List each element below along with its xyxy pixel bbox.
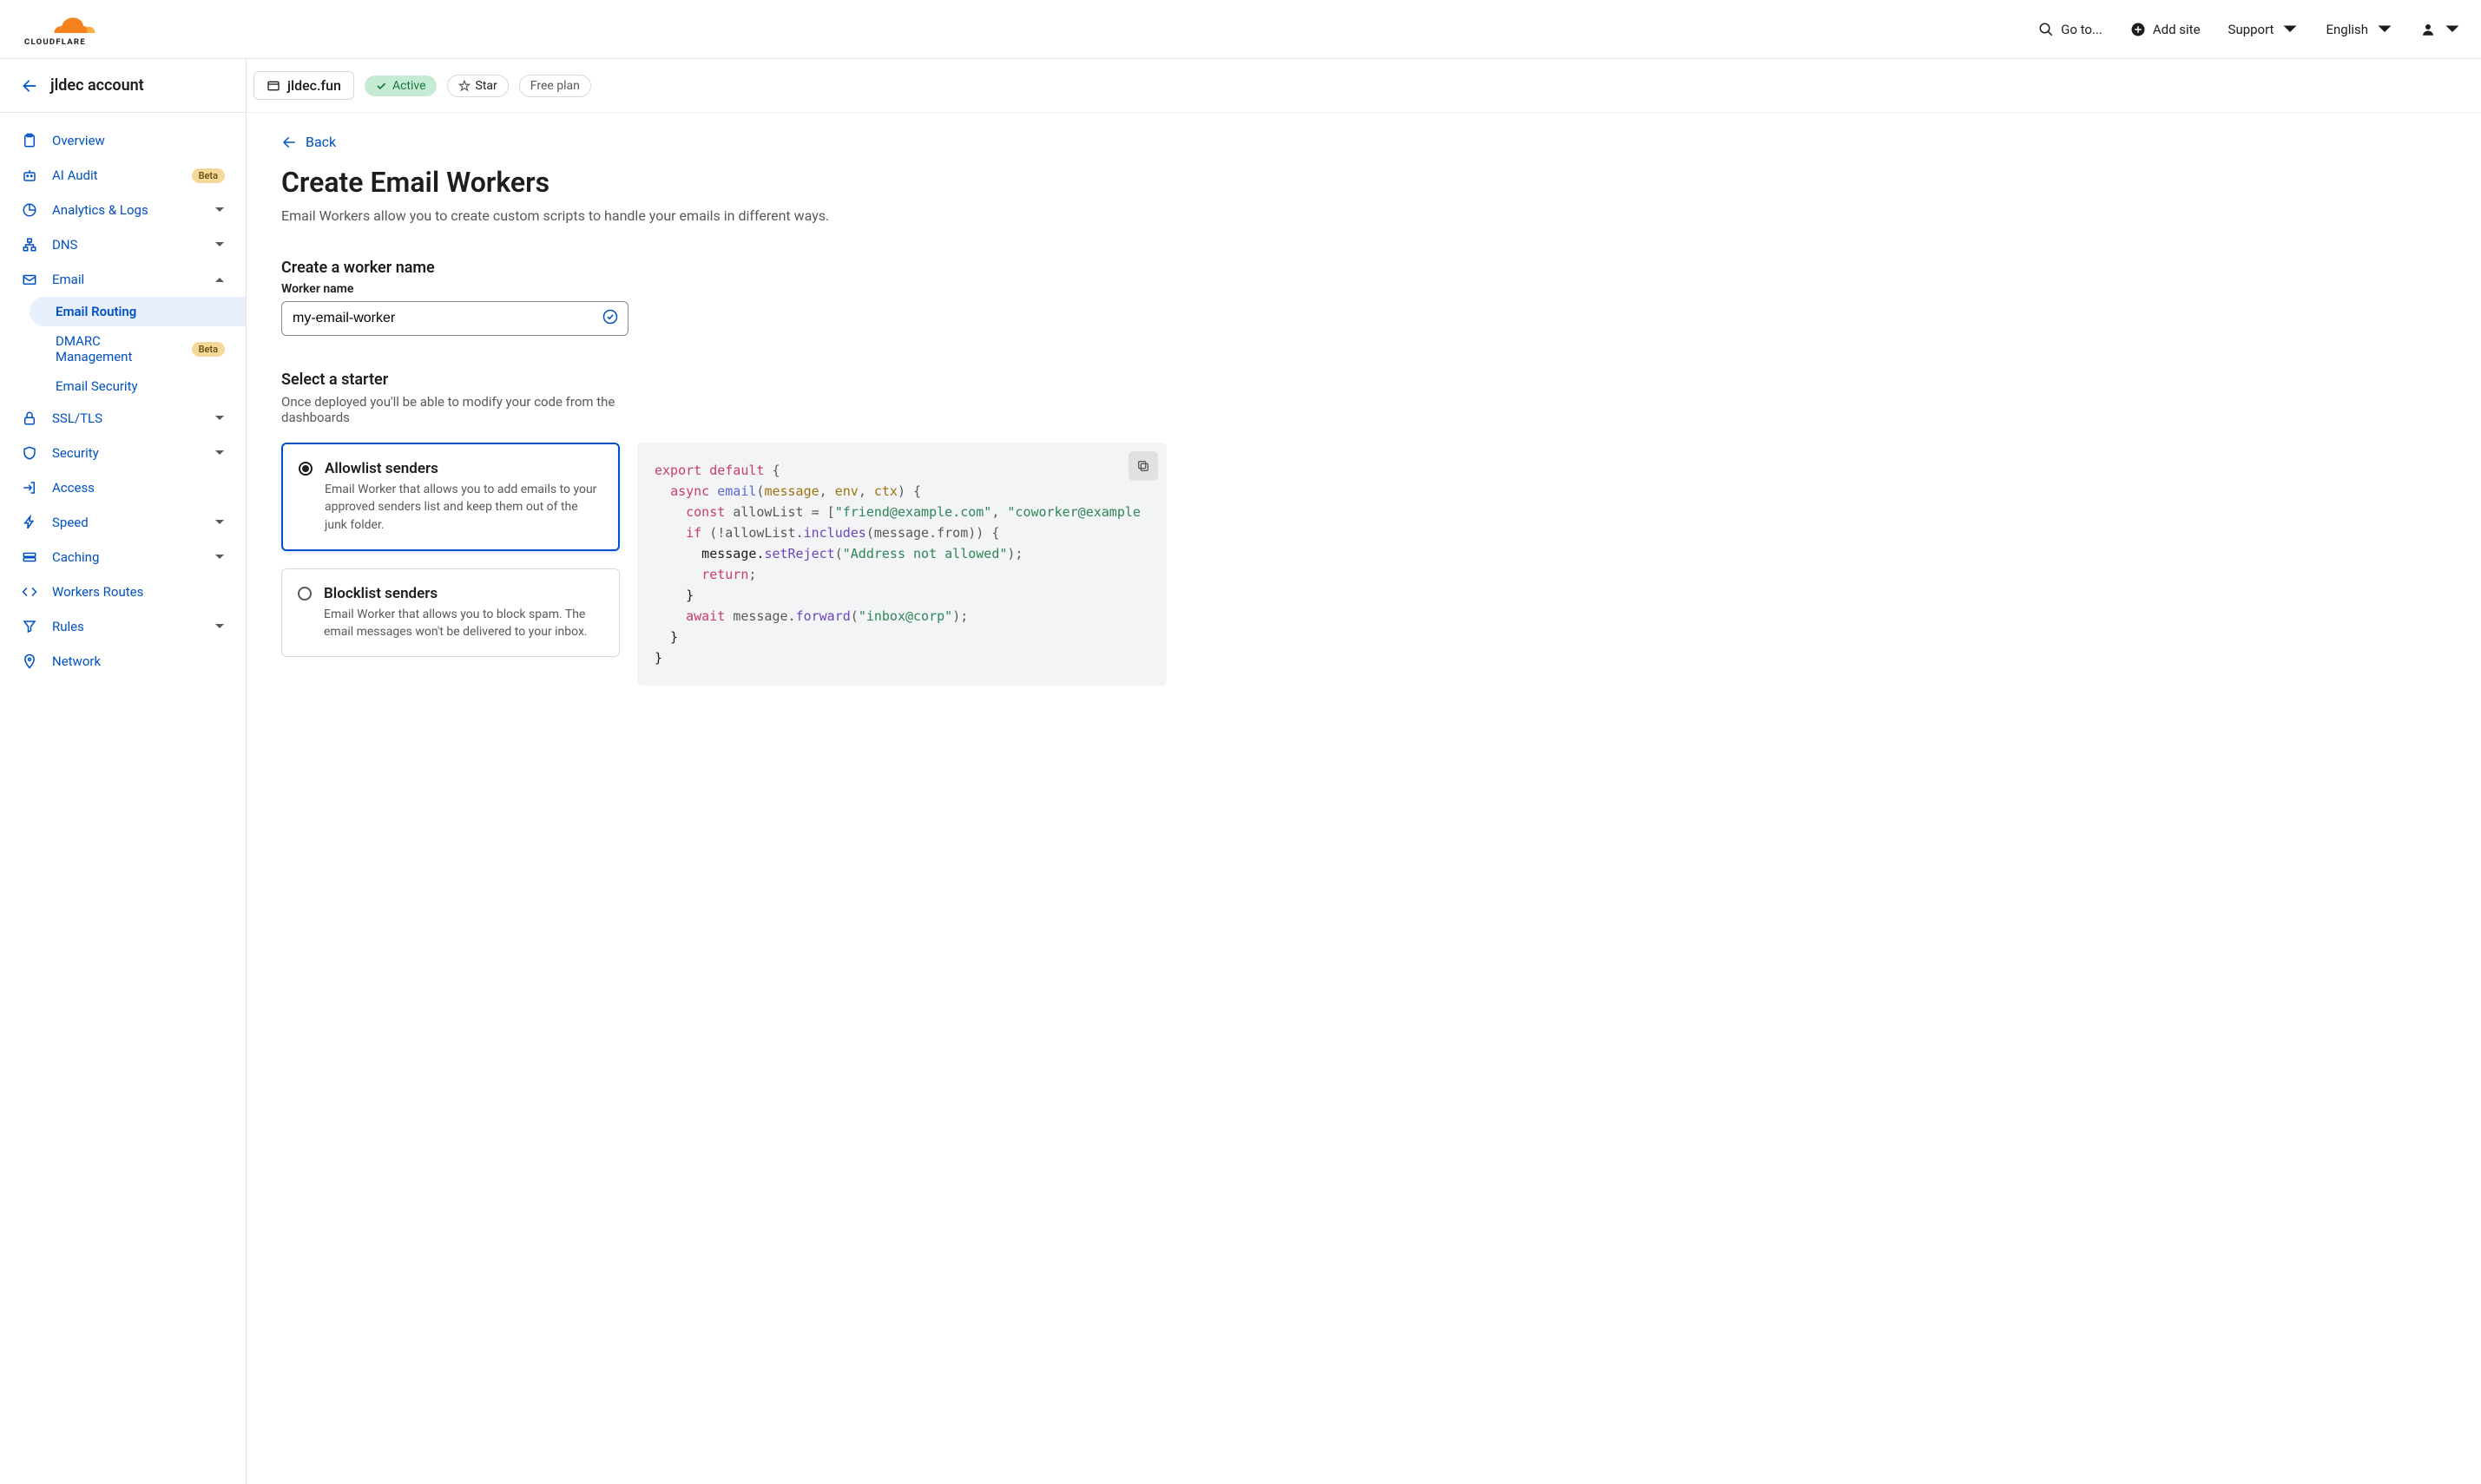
chevron-down-icon xyxy=(214,621,225,632)
starter-option-desc: Email Worker that allows you to add emai… xyxy=(325,481,602,534)
caret-down-icon xyxy=(2377,22,2392,37)
svg-text:CLOUDFLARE: CLOUDFLARE xyxy=(24,36,86,46)
beta-badge: Beta xyxy=(192,168,225,183)
code-preview: export default { async email(message, en… xyxy=(637,443,1167,686)
sitemap-icon xyxy=(21,236,38,253)
star-button[interactable]: Star xyxy=(447,75,509,97)
caret-down-icon xyxy=(2445,22,2460,37)
bolt-icon xyxy=(21,514,38,531)
shield-icon xyxy=(21,444,38,462)
site-selector[interactable]: jldec.fun xyxy=(253,71,354,100)
plus-circle-icon xyxy=(2130,22,2146,37)
robot-icon xyxy=(21,167,38,184)
starter-option-desc: Email Worker that allows you to block sp… xyxy=(324,606,603,641)
valid-icon xyxy=(602,309,618,328)
account-switcher[interactable]: jldec account xyxy=(0,59,246,113)
clipboard-icon xyxy=(21,132,38,149)
code-icon xyxy=(21,583,38,601)
caret-down-icon xyxy=(2282,22,2298,37)
nav-analytics[interactable]: Analytics & Logs xyxy=(0,193,246,227)
arrow-left-icon xyxy=(281,135,297,150)
funnel-icon xyxy=(21,618,38,635)
app-header: CLOUDFLARE Go to... Add site Support Eng… xyxy=(0,0,2481,59)
starter-description: Once deployed you'll be able to modify y… xyxy=(281,394,628,425)
user-menu[interactable] xyxy=(2420,22,2460,37)
nav-email[interactable]: Email xyxy=(0,262,246,297)
starter-option-1[interactable]: Blocklist senders Email Worker that allow… xyxy=(281,568,620,658)
main-panel: jldec.fun Active Star Free plan Back Cre… xyxy=(247,59,2481,1484)
nav-dmarc[interactable]: DMARC ManagementBeta xyxy=(35,326,246,371)
window-icon xyxy=(267,79,280,93)
user-icon xyxy=(2420,22,2436,37)
nav-ai-audit[interactable]: AI AuditBeta xyxy=(0,158,246,193)
lock-icon xyxy=(21,410,38,427)
page-subtitle: Email Workers allow you to create custom… xyxy=(281,207,1167,224)
arrow-left-icon xyxy=(21,77,38,95)
status-badge: Active xyxy=(365,76,437,96)
starter-option-0[interactable]: Allowlist senders Email Worker that allow… xyxy=(281,443,620,551)
starter-list: Allowlist senders Email Worker that allow… xyxy=(281,443,620,657)
sidebar: jldec account Overview AI AuditBeta Anal… xyxy=(0,59,247,1484)
star-icon xyxy=(458,80,471,92)
chevron-down-icon xyxy=(214,240,225,250)
chevron-down-icon xyxy=(214,552,225,562)
copy-icon xyxy=(1136,459,1150,473)
nav-email-security[interactable]: Email Security xyxy=(35,371,246,401)
nav-speed[interactable]: Speed xyxy=(0,505,246,540)
plan-badge[interactable]: Free plan xyxy=(519,75,591,97)
radio-icon xyxy=(298,587,312,601)
nav-workers-routes[interactable]: Workers Routes xyxy=(0,575,246,609)
starter-option-title: Blocklist senders xyxy=(324,585,603,602)
page-title: Create Email Workers xyxy=(281,166,1167,199)
goto-search[interactable]: Go to... xyxy=(2038,22,2103,37)
add-site-button[interactable]: Add site xyxy=(2130,22,2201,37)
chevron-down-icon xyxy=(214,517,225,528)
nav-network[interactable]: Network xyxy=(0,644,246,679)
worker-name-section: Create a worker name xyxy=(281,259,1167,277)
nav-overview[interactable]: Overview xyxy=(0,123,246,158)
envelope-icon xyxy=(21,271,38,288)
chevron-down-icon xyxy=(214,413,225,424)
nav-security[interactable]: Security xyxy=(0,436,246,470)
nav-access[interactable]: Access xyxy=(0,470,246,505)
worker-name-label: Worker name xyxy=(281,282,1167,296)
beta-badge: Beta xyxy=(192,342,225,357)
starter-section: Select a starter xyxy=(281,371,1167,389)
nav-ssl[interactable]: SSL/TLS xyxy=(0,401,246,436)
nav-dns[interactable]: DNS xyxy=(0,227,246,262)
language-dropdown[interactable]: English xyxy=(2326,22,2392,37)
nav-caching[interactable]: Caching xyxy=(0,540,246,575)
account-name: jldec account xyxy=(50,76,144,95)
nav-rules[interactable]: Rules xyxy=(0,609,246,644)
copy-code-button[interactable] xyxy=(1129,451,1158,481)
chevron-up-icon xyxy=(214,274,225,285)
chevron-down-icon xyxy=(214,205,225,215)
back-button[interactable]: Back xyxy=(281,134,1167,150)
check-icon xyxy=(375,80,387,92)
cloudflare-logo[interactable]: CLOUDFLARE xyxy=(21,12,125,47)
starter-option-title: Allowlist senders xyxy=(325,460,602,477)
search-icon xyxy=(2038,22,2054,37)
chevron-down-icon xyxy=(214,448,225,458)
radio-icon xyxy=(299,462,313,476)
pin-icon xyxy=(21,653,38,670)
worker-name-input[interactable] xyxy=(281,301,628,336)
nav-email-routing[interactable]: Email Routing xyxy=(30,297,246,326)
pie-chart-icon xyxy=(21,201,38,219)
login-icon xyxy=(21,479,38,496)
support-dropdown[interactable]: Support xyxy=(2228,22,2299,37)
storage-icon xyxy=(21,548,38,566)
site-topbar: jldec.fun Active Star Free plan xyxy=(247,59,2481,113)
